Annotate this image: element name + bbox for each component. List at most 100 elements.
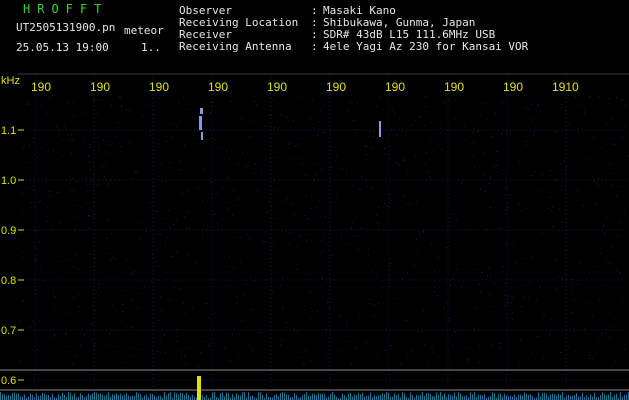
noise-dot <box>494 112 496 114</box>
carrier-spike <box>197 376 201 400</box>
noise-dot <box>102 165 103 167</box>
noise-dot <box>449 318 451 320</box>
noise-dot <box>375 215 377 217</box>
noise-dot <box>116 362 118 364</box>
baseline-noise <box>228 393 229 400</box>
noise-dot <box>548 207 549 209</box>
noise-dot <box>248 345 250 347</box>
baseline-noise <box>260 392 261 400</box>
noise-dot <box>195 263 197 265</box>
noise-dot <box>29 145 31 147</box>
noise-dot <box>288 143 290 145</box>
noise-dot <box>481 272 483 274</box>
baseline-noise <box>158 395 159 400</box>
noise-dot <box>280 114 282 116</box>
noise-dot <box>186 227 188 229</box>
baseline-noise <box>126 393 127 400</box>
noise-dot <box>314 163 316 165</box>
noise-dot <box>236 295 238 297</box>
noise-dot <box>88 161 90 163</box>
noise-dot <box>274 217 276 219</box>
baseline-noise <box>276 394 277 400</box>
noise-dot <box>29 179 31 181</box>
noise-dot <box>372 187 374 189</box>
baseline-noise <box>14 392 15 400</box>
noise-dot <box>512 247 514 249</box>
noise-dot <box>134 171 136 173</box>
noise-dot <box>292 329 294 331</box>
noise-dot <box>455 219 457 221</box>
baseline-noise <box>140 394 141 400</box>
baseline-noise <box>518 394 519 400</box>
baseline-noise <box>324 394 325 400</box>
baseline-noise <box>332 392 333 400</box>
noise-dot <box>420 116 422 118</box>
noise-dot <box>583 272 585 274</box>
baseline-noise <box>530 394 531 400</box>
noise-dot <box>161 341 163 343</box>
baseline-noise <box>388 393 389 400</box>
noise-dot <box>585 199 587 201</box>
noise-dot <box>489 294 491 296</box>
noise-dot <box>186 254 188 256</box>
noise-dot <box>321 239 323 241</box>
noise-dot <box>98 144 100 146</box>
noise-dot <box>369 299 371 300</box>
noise-dot <box>103 299 105 300</box>
noise-dot <box>292 232 294 234</box>
noise-dot <box>81 218 83 220</box>
baseline-noise <box>348 393 349 400</box>
noise-dot <box>419 332 421 333</box>
noise-dot <box>449 197 451 199</box>
noise-dot <box>34 153 36 155</box>
noise-dot <box>374 315 375 317</box>
noise-dot <box>194 134 196 136</box>
noise-dot <box>22 257 24 259</box>
noise-dot <box>310 118 312 120</box>
noise-dot <box>65 258 67 260</box>
noise-dot <box>600 333 602 335</box>
noise-dot <box>77 153 79 155</box>
noise-dot <box>479 283 481 285</box>
noise-dot <box>95 292 97 294</box>
noise-dot <box>30 326 32 328</box>
noise-dot <box>142 263 144 265</box>
noise-dot <box>532 364 534 366</box>
noise-dot <box>107 184 109 186</box>
noise-dot <box>319 110 321 112</box>
noise-dot <box>228 256 230 258</box>
noise-dot <box>584 109 586 111</box>
noise-dot <box>176 251 178 253</box>
baseline-noise <box>396 394 397 400</box>
noise-dot <box>92 183 94 185</box>
noise-dot <box>111 276 113 278</box>
noise-dot <box>367 348 369 350</box>
noise-dot <box>69 312 71 314</box>
baseline-noise <box>320 393 321 400</box>
noise-dot <box>449 216 451 218</box>
baseline-noise <box>194 396 195 400</box>
noise-dot <box>601 147 603 149</box>
baseline-noise <box>522 395 523 400</box>
noise-dot <box>394 113 396 114</box>
noise-dot <box>296 245 298 247</box>
noise-dot <box>463 178 465 180</box>
noise-dot <box>452 362 454 364</box>
noise-dot <box>206 303 208 305</box>
noise-dot <box>544 249 546 251</box>
noise-dot <box>623 127 625 128</box>
noise-dot <box>425 152 427 154</box>
baseline-noise <box>92 393 93 400</box>
noise-dot <box>512 318 514 320</box>
baseline-noise <box>558 394 559 400</box>
noise-dot <box>479 189 481 191</box>
noise-dot <box>158 320 160 322</box>
noise-dot <box>252 349 254 351</box>
noise-dot <box>579 354 581 356</box>
noise-dot <box>346 171 347 173</box>
noise-dot <box>164 291 166 293</box>
baseline-noise <box>136 392 137 400</box>
noise-dot <box>391 128 393 130</box>
noise-dot <box>168 299 170 301</box>
noise-dot <box>303 363 305 365</box>
